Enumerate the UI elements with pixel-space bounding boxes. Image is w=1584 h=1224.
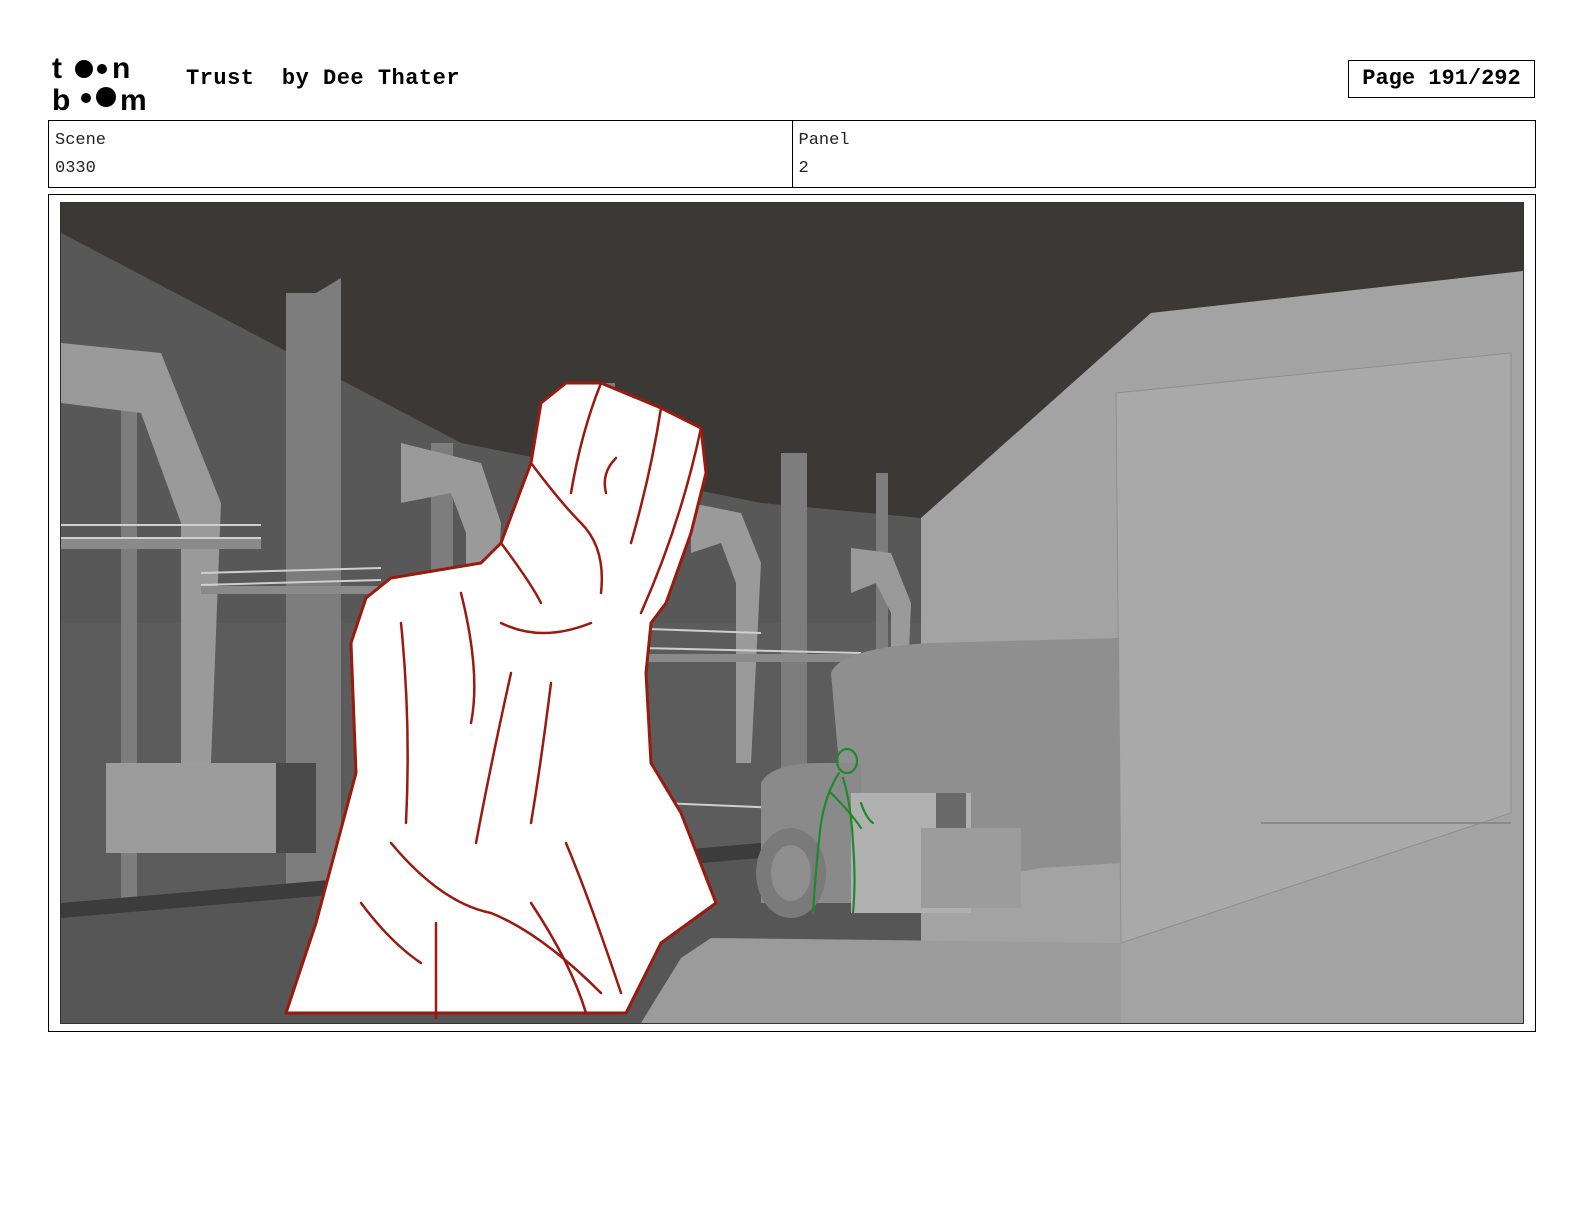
panel-cell: Panel 2 bbox=[791, 121, 1536, 187]
toonboom-logo: t n b m bbox=[52, 52, 147, 112]
svg-text:m: m bbox=[120, 84, 147, 112]
scene-value: 0330 bbox=[55, 159, 96, 178]
panel-label: Panel bbox=[798, 131, 850, 150]
storyboard-frame-icon bbox=[61, 203, 1523, 1023]
svg-text:n: n bbox=[112, 52, 130, 85]
scene-panel-info: Scene 0330 Panel 2 bbox=[48, 120, 1536, 188]
document-title: Trust by Dee Thater bbox=[186, 66, 461, 91]
page-indicator: Page 191/292 bbox=[1348, 60, 1535, 98]
scene-cell: Scene 0330 bbox=[49, 121, 792, 187]
storyboard-panel bbox=[60, 202, 1524, 1024]
panel-value: 2 bbox=[798, 159, 809, 178]
svg-text:t: t bbox=[52, 52, 62, 85]
svg-text:b: b bbox=[52, 84, 70, 112]
scene-label: Scene bbox=[55, 131, 107, 150]
